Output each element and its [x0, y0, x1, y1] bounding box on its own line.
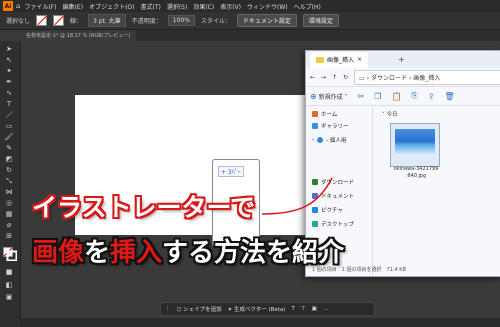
caption-line-2: 画像を挿入する方法を紹介 — [32, 232, 344, 269]
caption-swoosh — [261, 177, 333, 215]
caption-line-1: イラストレーターで — [32, 193, 256, 222]
caption-part-rest: する方法を紹介 — [162, 238, 345, 268]
caption-part-image: 画像 — [32, 238, 85, 268]
caption-part-insert: 挿入 — [110, 238, 163, 268]
swoosh-line — [261, 177, 333, 215]
caption-part-wo: を — [84, 238, 111, 268]
